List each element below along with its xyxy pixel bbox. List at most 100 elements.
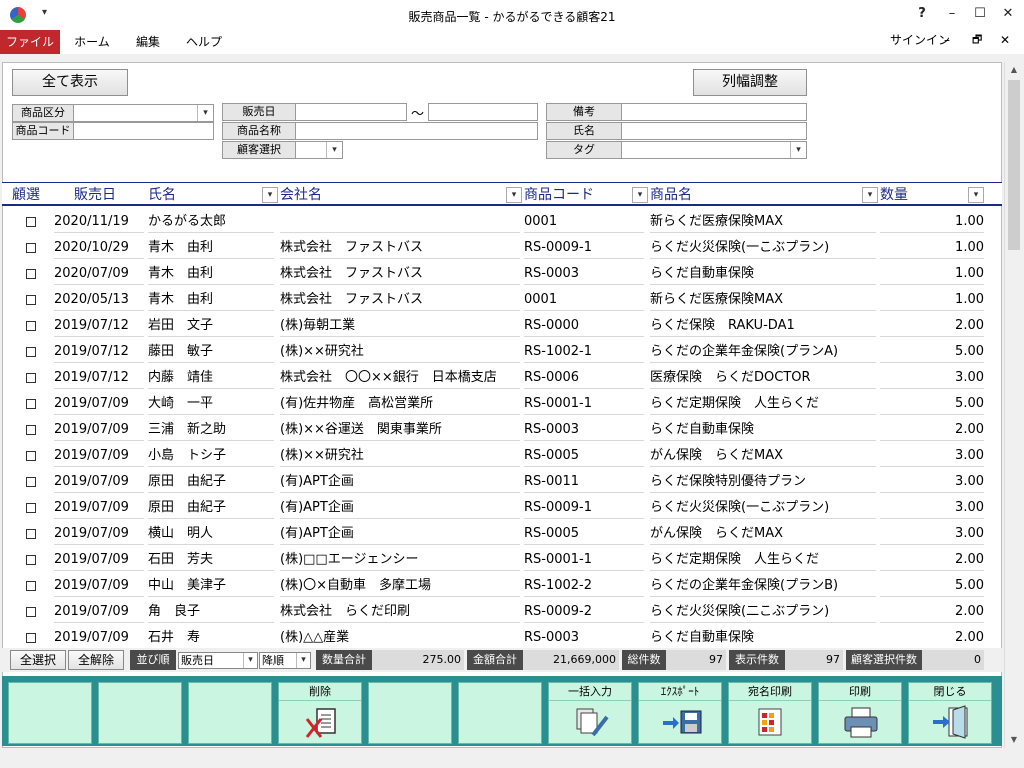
function-key-5[interactable]	[368, 682, 452, 744]
row-select-checkbox[interactable]	[26, 399, 36, 409]
column-qty[interactable]: 数量	[880, 185, 908, 205]
export-button[interactable]: ｴｸｽﾎﾟｰﾄ	[638, 682, 722, 744]
table-row[interactable]: 2020/07/09 青木 由利 株式会社 ファストバス RS-0003 らくだ自動車保…	[2, 260, 1002, 286]
menu-file[interactable]: ファイル	[0, 30, 60, 54]
name-filter-dropdown-icon[interactable]: ▾	[262, 187, 278, 203]
row-select-checkbox[interactable]	[26, 243, 36, 253]
table-row[interactable]: 2019/07/09 原田 由紀子 (有)APT企画 RS-0009-1 らくだ火災保険…	[2, 494, 1002, 520]
table-row[interactable]: 2019/07/12 内藤 靖佳 株式会社 〇〇××銀行 日本橋支店 RS-0006 医…	[2, 364, 1002, 390]
bulk-input-button[interactable]: 一括入力	[548, 682, 632, 744]
sale-date-to-input[interactable]	[428, 103, 538, 121]
row-select-checkbox[interactable]	[26, 451, 36, 461]
column-product[interactable]: 商品名	[650, 185, 692, 205]
table-row[interactable]: 2019/07/09 三浦 新之助 (株)××谷運送 関東事業所 RS-0003 らくだ…	[2, 416, 1002, 442]
function-key-6[interactable]	[458, 682, 542, 744]
restore-button[interactable]: 🗗	[972, 30, 982, 54]
table-row[interactable]: 2019/07/09 石井 寿 (株)△△産業 RS-0003 らくだ自動車保険 2.00	[2, 624, 1002, 644]
print-button[interactable]: 印刷	[818, 682, 902, 744]
product-filter-dropdown-icon[interactable]: ▾	[862, 187, 878, 203]
chevron-down-icon[interactable]: ▾	[296, 653, 310, 668]
sale-date-from-input[interactable]	[295, 103, 407, 121]
note-input[interactable]	[621, 103, 807, 121]
row-date-cell: 2019/07/09	[54, 393, 144, 415]
ribbon-minimize-button[interactable]: –	[944, 30, 950, 54]
row-name-cell: 小島 トシ子	[148, 445, 274, 467]
table-row[interactable]: 2019/07/09 横山 明人 (有)APT企画 RS-0005 がん保険 らくだMA…	[2, 520, 1002, 546]
row-select-checkbox[interactable]	[26, 503, 36, 513]
printer-icon	[819, 703, 901, 743]
code-filter-dropdown-icon[interactable]: ▾	[632, 187, 648, 203]
customer-select-dropdown[interactable]: ▾	[295, 141, 343, 159]
select-all-button[interactable]: 全選択	[10, 650, 66, 670]
sort-field-select[interactable]: 販売日 ▾	[178, 652, 258, 669]
function-key-1[interactable]	[8, 682, 92, 744]
product-name-input[interactable]	[295, 122, 538, 140]
minimize-button[interactable]: –	[942, 6, 962, 24]
company-filter-dropdown-icon[interactable]: ▾	[506, 187, 522, 203]
table-row[interactable]: 2020/10/29 青木 由利 株式会社 ファストバス RS-0009-1 らくだ火災…	[2, 234, 1002, 260]
table-row[interactable]: 2020/05/13 青木 由利 株式会社 ファストバス 0001 新らくだ医療保険MA…	[2, 286, 1002, 312]
chevron-down-icon[interactable]: ▾	[790, 142, 806, 158]
vertical-scrollbar[interactable]: ▲ ▼	[1004, 62, 1022, 748]
row-select-checkbox[interactable]	[26, 321, 36, 331]
show-all-button[interactable]: 全て表示	[12, 69, 128, 96]
table-row[interactable]: 2019/07/09 原田 由紀子 (有)APT企画 RS-0011 らくだ保険特別優待…	[2, 468, 1002, 494]
row-select-checkbox[interactable]	[26, 347, 36, 357]
row-select-checkbox[interactable]	[26, 607, 36, 617]
scroll-up-icon[interactable]: ▲	[1005, 62, 1023, 78]
table-row[interactable]: 2019/07/12 藤田 敏子 (株)××研究社 RS-1002-1 らくだの企業年金…	[2, 338, 1002, 364]
delete-button[interactable]: 削除	[278, 682, 362, 744]
menu-edit[interactable]: 編集	[124, 30, 172, 54]
row-select-checkbox[interactable]	[26, 633, 36, 643]
row-select-checkbox[interactable]	[26, 529, 36, 539]
row-select-checkbox[interactable]	[26, 555, 36, 565]
tag-select[interactable]: ▾	[621, 141, 807, 159]
signin-link[interactable]: サインイン	[890, 30, 950, 54]
name-input[interactable]	[621, 122, 807, 140]
chevron-down-icon[interactable]: ▾	[243, 653, 257, 668]
row-qty-cell: 3.00	[880, 367, 984, 389]
menu-home[interactable]: ホーム	[66, 30, 118, 54]
customer-select-count-label: 顧客選択件数	[846, 650, 922, 670]
address-print-button[interactable]: 宛名印刷	[728, 682, 812, 744]
scroll-down-icon[interactable]: ▼	[1005, 732, 1023, 748]
table-row[interactable]: 2020/11/19 かるがる太郎 0001 新らくだ医療保険MAX 1.00	[2, 208, 1002, 234]
maximize-button[interactable]: ☐	[970, 6, 990, 24]
table-row[interactable]: 2019/07/09 小島 トシ子 (株)××研究社 RS-0005 がん保険 らくだM…	[2, 442, 1002, 468]
row-select-checkbox[interactable]	[26, 581, 36, 591]
row-select-checkbox[interactable]	[26, 373, 36, 383]
row-code-cell: RS-0009-2	[524, 601, 644, 623]
column-company[interactable]: 会社名	[280, 185, 322, 205]
column-width-button[interactable]: 列幅調整	[693, 69, 807, 96]
row-select-checkbox[interactable]	[26, 295, 36, 305]
table-row[interactable]: 2019/07/09 中山 美津子 (株)〇×自動車 多摩工場 RS-1002-2 らく…	[2, 572, 1002, 598]
menu-help[interactable]: ヘルプ	[178, 30, 230, 54]
table-row[interactable]: 2019/07/12 岩田 文子 (株)毎朝工業 RS-0000 らくだ保険 RAKU-…	[2, 312, 1002, 338]
column-date[interactable]: 販売日	[74, 185, 116, 205]
column-code[interactable]: 商品コード	[524, 185, 594, 205]
code-input[interactable]	[73, 122, 214, 140]
row-select-checkbox[interactable]	[26, 477, 36, 487]
sort-order-select[interactable]: 降順 ▾	[259, 652, 311, 669]
qty-filter-dropdown-icon[interactable]: ▾	[968, 187, 984, 203]
close-document-button[interactable]: ✕	[1000, 30, 1010, 54]
chevron-down-icon[interactable]: ▾	[197, 105, 213, 121]
row-select-checkbox[interactable]	[26, 269, 36, 279]
close-button[interactable]: 閉じる	[908, 682, 992, 744]
row-name-cell: 内藤 靖佳	[148, 367, 274, 389]
function-key-2[interactable]	[98, 682, 182, 744]
column-select[interactable]: 顧選	[12, 185, 40, 205]
table-row[interactable]: 2019/07/09 石田 芳夫 (株)□□エージェンシー RS-0001-1 らくだ定…	[2, 546, 1002, 572]
category-select[interactable]: ▾	[73, 104, 214, 122]
close-window-button[interactable]: ✕	[998, 6, 1018, 24]
function-key-3[interactable]	[188, 682, 272, 744]
table-row[interactable]: 2019/07/09 大崎 一平 (有)佐井物産 高松営業所 RS-0001-1 らくだ…	[2, 390, 1002, 416]
help-button[interactable]: ?	[912, 6, 932, 24]
scroll-thumb[interactable]	[1008, 80, 1020, 250]
column-name[interactable]: 氏名	[148, 185, 176, 205]
deselect-all-button[interactable]: 全解除	[68, 650, 124, 670]
chevron-down-icon[interactable]: ▾	[326, 142, 342, 158]
row-select-checkbox[interactable]	[26, 425, 36, 435]
table-row[interactable]: 2019/07/09 角 良子 株式会社 らくだ印刷 RS-0009-2 らくだ火災保険…	[2, 598, 1002, 624]
row-select-checkbox[interactable]	[26, 217, 36, 227]
